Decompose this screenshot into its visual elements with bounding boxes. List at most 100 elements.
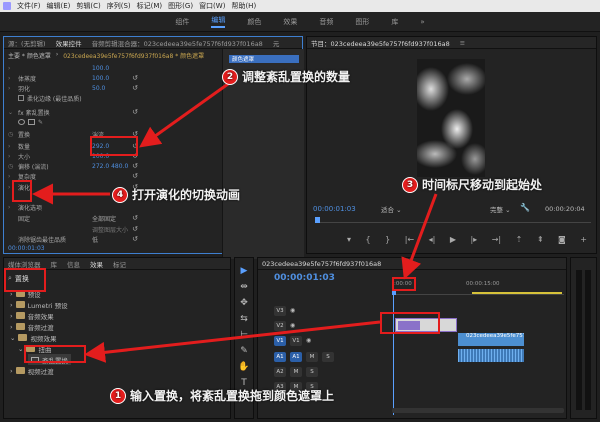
workspace-audio[interactable]: 音频 [319, 17, 333, 27]
mark-out-bracket-icon[interactable]: } [385, 235, 390, 244]
tab-sequence[interactable]: 023cedeea39e5fe757f6fd937f016a8 [262, 260, 381, 268]
tree-item[interactable]: › Lumetri 预设 [10, 299, 68, 310]
tab-libraries[interactable]: 库 [51, 259, 58, 269]
timeline-timecode[interactable]: 00:00:01:03 [274, 273, 335, 283]
ellipse-mask-icon[interactable] [18, 119, 25, 125]
panel-menu-icon[interactable]: ≡ [460, 39, 465, 47]
workspace-assembly[interactable]: 组件 [175, 17, 189, 27]
tab-media-browser[interactable]: 媒体浏览器 [8, 259, 41, 269]
workspace-more-button[interactable]: » [420, 18, 424, 26]
clip-path-sequence[interactable]: 023cedeea39e5fe757f6fd937f016a8 * 颜色遮罩 [63, 51, 204, 61]
menu-help[interactable]: 帮助(H) [231, 1, 256, 11]
menu-markers[interactable]: 标记(M) [137, 1, 163, 11]
reset-icon[interactable]: ↺ [132, 214, 138, 222]
ec-clip-bar[interactable]: 颜色遮罩 [229, 55, 299, 63]
track-select-tool-icon[interactable]: ⇹ [237, 280, 251, 294]
tree-item[interactable]: › 音频效果 [10, 310, 54, 321]
menu-window[interactable]: 窗口(W) [199, 1, 225, 11]
clip-v1-video[interactable]: 023cedeea39e5fe757f6fd937f016a8 [458, 333, 524, 346]
clip-path-master[interactable]: 主要 * 颜色遮罩 [8, 51, 51, 61]
workspace-effects[interactable]: 效果 [283, 17, 297, 27]
tree-item[interactable]: › 音频过渡 [10, 321, 54, 332]
program-fit-select[interactable]: 适合 ⌄ [381, 204, 402, 214]
callout-badge: 3 [402, 176, 418, 193]
reset-icon[interactable]: ↺ [132, 84, 138, 92]
menu-sequence[interactable]: 序列(S) [107, 1, 131, 11]
folder-icon [15, 301, 25, 308]
reset-icon[interactable]: ↺ [132, 172, 138, 180]
mute-button[interactable]: M [290, 366, 302, 377]
mark-in-bracket-icon[interactable]: { [366, 235, 371, 244]
work-area-bar[interactable] [472, 292, 562, 294]
hand-tool-icon[interactable]: ✋ [237, 360, 251, 374]
workspace-graphics[interactable]: 图形 [355, 17, 369, 27]
timeline-ruler[interactable]: :00:00 00:00:15:00 [392, 281, 564, 295]
reset-icon[interactable]: ↺ [132, 108, 138, 116]
export-frame-icon[interactable]: ◙ [558, 235, 566, 244]
program-playhead[interactable] [315, 217, 320, 223]
program-scrub-bar[interactable] [315, 217, 591, 223]
tab-audio-mixer[interactable]: 音频剪辑混合器：023cedeea39e5fe757f6fd937f016a8 [92, 38, 263, 48]
go-to-in-icon[interactable]: |← [405, 235, 414, 244]
rect-mask-icon[interactable] [28, 119, 35, 125]
tab-program[interactable]: 节目：023cedeea39e5fe757f6fd937f016a8 [311, 38, 450, 48]
play-icon[interactable]: ▶ [450, 235, 456, 244]
tree-item[interactable]: ⌄ 视频效果 [10, 332, 56, 343]
menu-edit[interactable]: 编辑(E) [47, 1, 71, 11]
checkbox[interactable] [18, 95, 24, 101]
menu-file[interactable]: 文件(F) [17, 1, 41, 11]
track-target[interactable]: V2 [274, 320, 286, 331]
program-quality-select[interactable]: 完整 ⌄ [490, 204, 511, 214]
razor-tool-icon[interactable]: ⊢ [237, 328, 251, 342]
tab-markers[interactable]: 标记 [113, 259, 126, 269]
clip-a1-audio[interactable] [458, 349, 524, 362]
eye-icon[interactable]: ◉ [290, 322, 295, 329]
track-target[interactable]: V3 [274, 305, 286, 316]
tab-metadata[interactable]: 元 [273, 38, 280, 48]
tab-source[interactable]: 源：(无剪辑) [8, 38, 46, 48]
callout-badge: 2 [222, 68, 238, 85]
track-target[interactable]: A2 [274, 366, 286, 377]
source-patch-a1[interactable]: A1 [274, 351, 286, 362]
wrench-icon[interactable]: 🔧 [520, 203, 530, 212]
reset-icon[interactable]: ↺ [132, 162, 138, 170]
mute-button[interactable]: M [306, 351, 318, 362]
tab-info[interactable]: 信息 [67, 259, 80, 269]
add-button-icon[interactable]: + [580, 235, 587, 244]
lift-icon[interactable]: ⇡ [516, 235, 523, 244]
workspace-editing[interactable]: 编辑 [211, 15, 226, 28]
timeline-scrollbar[interactable] [392, 408, 564, 413]
pen-mask-icon[interactable]: ✎ [38, 119, 43, 126]
reset-icon[interactable]: ↺ [132, 225, 138, 233]
workspace-color[interactable]: 颜色 [247, 17, 261, 27]
reset-icon[interactable]: ↺ [132, 235, 138, 243]
source-patch-v1[interactable]: V1 [274, 335, 286, 346]
program-video-frame [417, 59, 485, 177]
step-forward-icon[interactable]: |▸ [470, 235, 477, 244]
ec-row-0: › 100.0 [8, 64, 110, 72]
track-target[interactable]: V1 [290, 335, 302, 346]
ripple-edit-tool-icon[interactable]: ✥ [237, 296, 251, 310]
reset-icon[interactable]: ↺ [132, 74, 138, 82]
step-back-icon[interactable]: ◂| [429, 235, 436, 244]
go-to-out-icon[interactable]: →| [492, 235, 501, 244]
eye-icon[interactable]: ◉ [290, 307, 295, 314]
solo-button[interactable]: S [322, 351, 334, 362]
mark-in-icon[interactable]: ▾ [347, 235, 351, 244]
tab-effects[interactable]: 效果 [90, 259, 103, 269]
ec-timecode[interactable]: 00:00:01:03 [8, 245, 45, 252]
menu-graphics[interactable]: 图形(G) [168, 1, 193, 11]
tree-item[interactable]: › 视频过渡 [10, 365, 54, 376]
track-target[interactable]: A1 [290, 351, 302, 362]
menu-clip[interactable]: 剪辑(C) [76, 1, 100, 11]
selection-tool-icon[interactable]: ▶ [237, 264, 251, 278]
tab-effect-controls[interactable]: 效果控件 [56, 38, 82, 48]
eye-icon[interactable]: ◉ [306, 337, 311, 344]
solo-button[interactable]: S [306, 366, 318, 377]
extract-icon[interactable]: ⇞ [537, 235, 544, 244]
pen-tool-icon[interactable]: ✎ [237, 344, 251, 358]
program-timecode[interactable]: 00:00:01:03 [313, 205, 356, 213]
slip-tool-icon[interactable]: ⇆ [237, 312, 251, 326]
turbulent-noise-preview [417, 59, 485, 177]
workspace-libraries[interactable]: 库 [391, 17, 398, 27]
